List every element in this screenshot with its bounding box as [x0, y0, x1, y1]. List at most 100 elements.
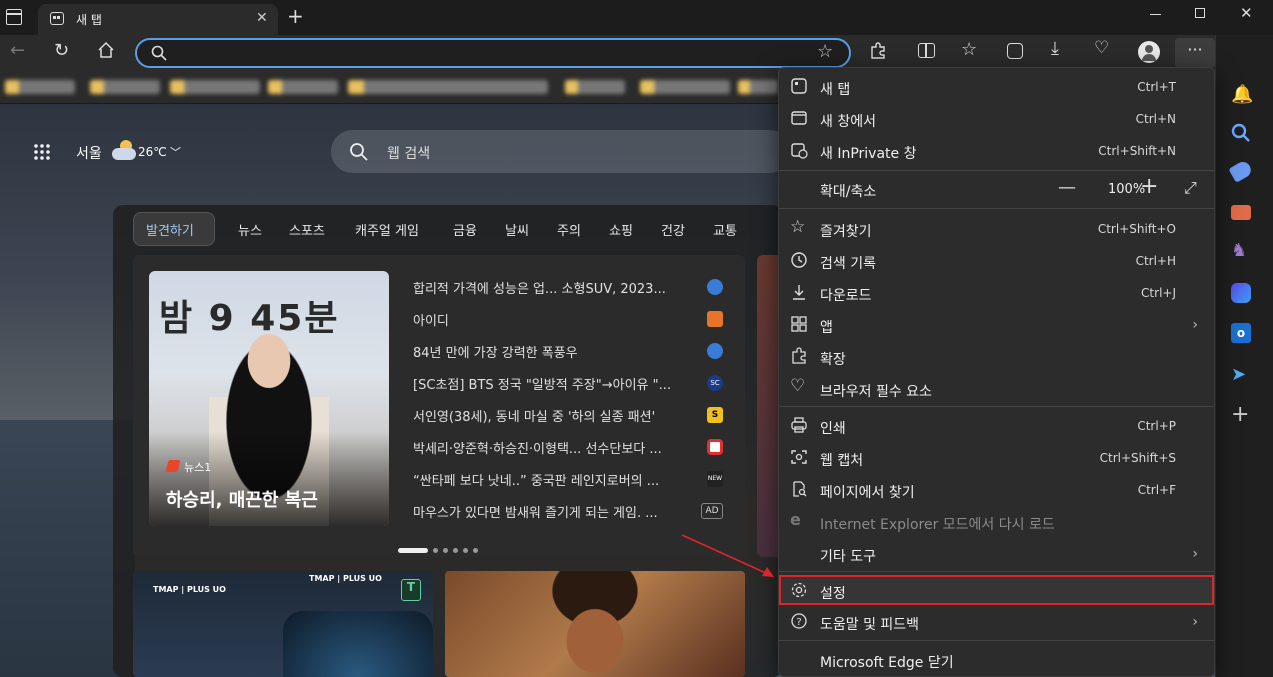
menu-shortcut: Ctrl+P	[1137, 419, 1176, 433]
new-tab-plus-icon[interactable]: +	[287, 4, 304, 28]
find-page-icon	[790, 480, 810, 500]
news-item[interactable]: [SC초점] BTS 정국 "일방적 주장"→아이유 "... SC	[413, 374, 723, 394]
outlook-icon[interactable]: o	[1231, 323, 1251, 343]
address-input[interactable]	[177, 44, 797, 64]
news-item[interactable]: 아이디	[413, 310, 723, 330]
fullscreen-icon[interactable]: ⤢	[1184, 178, 1197, 198]
nav-tab-sports[interactable]: 스포츠	[289, 220, 325, 239]
nav-tab-shopping[interactable]: 쇼핑	[609, 220, 633, 239]
sidebar-search-icon[interactable]	[1231, 123, 1253, 145]
menu-item-print[interactable]: 인쇄 Ctrl+P	[782, 411, 1212, 441]
back-icon[interactable]: ←	[10, 40, 25, 61]
menu-item-new-tab[interactable]: 새 탭 Ctrl+T	[782, 72, 1212, 102]
favorite-item[interactable]	[170, 80, 260, 94]
favorites-icon[interactable]: ☆	[961, 39, 977, 60]
nav-tab-finance[interactable]: 금융	[453, 220, 477, 239]
menu-item-favorites[interactable]: ☆ 즐겨찾기 Ctrl+Shift+O	[782, 214, 1212, 244]
download-icon	[790, 283, 810, 303]
home-icon[interactable]	[97, 41, 115, 59]
menu-item-more-tools[interactable]: 기타 도구 ›	[782, 539, 1212, 569]
news-item[interactable]: “싼타페 보다 낫네..” 중국판 레인지로버의 ... NEW	[413, 470, 723, 490]
menu-item-extensions[interactable]: 확장	[782, 342, 1212, 372]
menu-item-downloads[interactable]: 다운로드 Ctrl+J	[782, 278, 1212, 308]
split-screen-icon[interactable]	[918, 43, 935, 58]
profile-avatar[interactable]	[1138, 41, 1160, 63]
chevron-right-icon: ›	[1192, 614, 1198, 630]
close-window-icon[interactable]: ✕	[1240, 4, 1253, 22]
hero-news-card[interactable]: 밤 9 45분 뉴스1 하승리, 매끈한 복근	[149, 271, 389, 526]
refresh-icon[interactable]: ↻	[54, 40, 69, 61]
nav-tab-attention[interactable]: 주의	[557, 220, 581, 239]
hero-source: 뉴스1	[184, 461, 212, 474]
nav-tab-health[interactable]: 건강	[661, 220, 685, 239]
downloads-icon[interactable]: ⤓	[1051, 38, 1059, 59]
news-item[interactable]: 84년 만에 가장 강력한 폭풍우	[413, 342, 723, 362]
tools-briefcase-icon[interactable]	[1231, 205, 1251, 220]
notifications-bell-icon[interactable]: 🔔	[1231, 84, 1253, 106]
tab-close-icon[interactable]: ✕	[256, 10, 268, 26]
nav-tab-discover[interactable]: 발견하기	[133, 212, 215, 246]
menu-item-apps[interactable]: 앱 ›	[782, 310, 1212, 340]
favorite-item[interactable]	[348, 80, 548, 94]
tab-actions-icon[interactable]	[6, 9, 22, 25]
menu-label: 웹 캡처	[820, 453, 864, 469]
web-search-box[interactable]: 웹 검색	[331, 130, 791, 173]
minimize-icon[interactable]	[1150, 14, 1161, 15]
news-item[interactable]: 마우스가 있다면 밤새워 즐기게 되는 게임. ... AD	[413, 502, 723, 522]
nav-tab-label: 발견하기	[146, 224, 194, 239]
feed-card-game[interactable]	[445, 571, 745, 677]
address-bar[interactable]: ☆	[135, 38, 851, 68]
zoom-in-icon[interactable]: +	[1140, 174, 1158, 199]
news-item[interactable]: 서인영(38세), 동네 마실 중 '하의 실종 패션' S	[413, 406, 723, 426]
tab-new-tab[interactable]: 새 탭 ✕	[38, 4, 278, 35]
favorite-item[interactable]	[90, 80, 160, 94]
menu-divider	[779, 208, 1214, 209]
help-question-icon: ?	[790, 612, 810, 632]
history-clock-icon	[790, 251, 810, 271]
menu-shortcut: Ctrl+T	[1137, 80, 1176, 94]
menu-label: 앱	[820, 320, 833, 336]
zoom-out-icon[interactable]: —	[1058, 177, 1076, 198]
menu-divider	[779, 170, 1214, 171]
browser-essentials-icon[interactable]: ♡	[1094, 38, 1109, 58]
menu-item-close-edge[interactable]: Microsoft Edge 닫기	[782, 645, 1212, 675]
nav-tab-games[interactable]: 캐주얼 게임	[355, 220, 419, 239]
favorite-item[interactable]	[565, 80, 625, 94]
search-icon	[151, 45, 167, 61]
weather-temp[interactable]: 26℃	[138, 145, 167, 159]
weather-location[interactable]: 서울	[76, 143, 102, 163]
favorite-item[interactable]	[5, 80, 75, 94]
menu-label: 인쇄	[820, 421, 846, 437]
drop-send-icon[interactable]: ➤	[1231, 364, 1253, 386]
apps-grid-icon[interactable]	[33, 143, 51, 161]
new-tab-icon	[790, 77, 810, 97]
menu-item-history[interactable]: 검색 기록 Ctrl+H	[782, 246, 1212, 276]
menu-item-inprivate[interactable]: 새 InPrivate 창 Ctrl+Shift+N	[782, 136, 1212, 166]
news-item[interactable]: 박세리·양준혁·하승진·이형택... 선수단보다 ...	[413, 438, 723, 458]
nav-tab-traffic[interactable]: 교통	[713, 220, 737, 239]
maximize-icon[interactable]	[1195, 8, 1205, 18]
menu-item-browser-essentials[interactable]: ♡ 브라우저 필수 요소	[782, 374, 1212, 404]
favorite-item[interactable]	[268, 80, 338, 94]
collections-icon[interactable]	[1007, 43, 1023, 59]
menu-shortcut: Ctrl+F	[1137, 483, 1176, 497]
extensions-icon[interactable]	[869, 42, 887, 60]
settings-more-button[interactable]: ···	[1175, 38, 1215, 68]
feed-card-tmap[interactable]: TMAP | PLUS UO TMAP | PLUS UO T	[133, 571, 433, 677]
games-chess-icon[interactable]: ♞	[1231, 240, 1253, 262]
favorite-item[interactable]	[738, 80, 778, 94]
menu-item-settings[interactable]: 설정	[779, 575, 1214, 605]
chevron-down-icon[interactable]: ﹀	[170, 144, 181, 160]
nav-tab-weather[interactable]: 날씨	[505, 220, 529, 239]
sidebar-add-icon[interactable]: +	[1231, 402, 1253, 427]
menu-item-help-feedback[interactable]: ? 도움말 및 피드백 ›	[782, 607, 1212, 637]
menu-item-find-on-page[interactable]: 페이지에서 찾기 Ctrl+F	[782, 475, 1212, 505]
news-item[interactable]: 합리적 가격에 성능은 업... 소형SUV, 2023...	[413, 278, 723, 298]
favorite-star-icon[interactable]: ☆	[817, 41, 833, 62]
microsoft365-icon[interactable]	[1231, 283, 1251, 303]
favorite-item[interactable]	[640, 80, 730, 94]
menu-item-web-capture[interactable]: 웹 캡처 Ctrl+Shift+S	[782, 443, 1212, 473]
menu-item-new-window[interactable]: 새 창에서 Ctrl+N	[782, 104, 1212, 134]
source-logo-icon: S	[707, 407, 723, 423]
nav-tab-news[interactable]: 뉴스	[238, 220, 262, 239]
